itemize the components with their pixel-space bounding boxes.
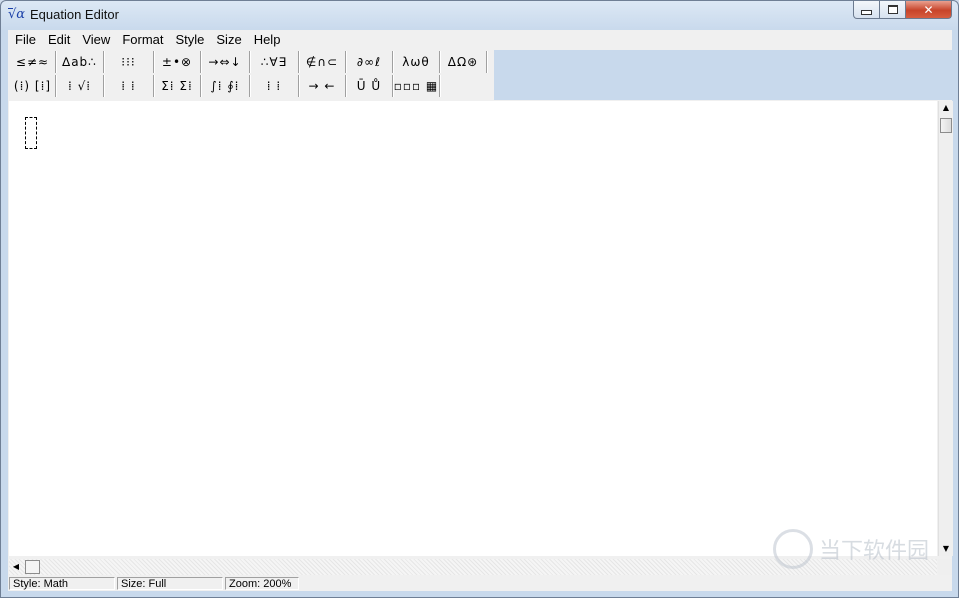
- spaces-ellipses-palette[interactable]: ∆ab∴: [56, 51, 104, 73]
- window-title: Equation Editor: [30, 7, 119, 22]
- equation-editor-app-icon[interactable]: √α: [8, 6, 25, 23]
- vertical-scroll-thumb[interactable]: [940, 118, 952, 133]
- menu-file[interactable]: File: [8, 30, 42, 49]
- client-area: File Edit View Format Style Size Help ≤≠…: [8, 30, 953, 591]
- logical-symbols-palette[interactable]: ∴∀∃: [250, 51, 299, 73]
- close-button[interactable]: ✕: [906, 1, 952, 19]
- fraction-radical-templates-palette[interactable]: ⁞ √⁞: [56, 75, 104, 97]
- title-bar[interactable]: √α Equation Editor ✕: [1, 1, 958, 29]
- maximize-icon: [887, 5, 898, 14]
- maximize-button[interactable]: [880, 1, 906, 19]
- scroll-down-icon[interactable]: ▼: [939, 542, 953, 556]
- minimize-icon: [861, 10, 872, 15]
- menu-style[interactable]: Style: [169, 30, 210, 49]
- menu-bar: File Edit View Format Style Size Help: [8, 30, 952, 49]
- relational-symbols-palette[interactable]: ≤≠≈: [10, 51, 56, 73]
- close-icon: ✕: [923, 2, 934, 17]
- menu-format[interactable]: Format: [116, 30, 169, 49]
- menu-help[interactable]: Help: [248, 30, 287, 49]
- scroll-left-icon[interactable]: ◀: [9, 560, 23, 574]
- status-size: Size: Full: [117, 577, 223, 590]
- subscript-superscript-templates-palette[interactable]: ⁞ ⁞: [104, 75, 154, 97]
- set-theory-symbols-palette[interactable]: ∉∩⊂: [299, 51, 346, 73]
- watermark-logo-icon: [773, 529, 813, 569]
- menu-edit[interactable]: Edit: [42, 30, 76, 49]
- horizontal-scroll-thumb[interactable]: [25, 560, 40, 574]
- greek-uppercase-palette[interactable]: ΔΩ⊛: [440, 51, 487, 73]
- minimize-button[interactable]: [853, 1, 880, 19]
- vertical-scrollbar[interactable]: ▲ ▼: [938, 101, 953, 556]
- watermark: 当下软件园: [773, 529, 929, 569]
- symbol-palette-row: ≤≠≈ ∆ab∴ ⁝⁝⁝ ±•⊗ →⇔↓ ∴∀∃ ∉∩⊂ ∂∞ℓ λωθ ΔΩ⊛: [10, 51, 487, 75]
- status-zoom: Zoom: 200%: [225, 577, 299, 590]
- greek-lowercase-palette[interactable]: λωθ: [393, 51, 440, 73]
- product-templates-palette[interactable]: Ū Ů: [346, 75, 393, 97]
- empty-equation-slot[interactable]: [25, 117, 37, 149]
- window-controls: ✕: [853, 1, 952, 20]
- summation-templates-palette[interactable]: Σ⁞ Σ⁞: [154, 75, 201, 97]
- embellishments-palette[interactable]: ⁝⁝⁝: [104, 51, 154, 73]
- toolbar-empty-area: [494, 50, 952, 100]
- equation-canvas[interactable]: [9, 101, 937, 556]
- equation-toolbar: ≤≠≈ ∆ab∴ ⁝⁝⁝ ±•⊗ →⇔↓ ∴∀∃ ∉∩⊂ ∂∞ℓ λωθ ΔΩ⊛…: [8, 50, 494, 100]
- fence-templates-palette[interactable]: (⁞) [⁞]: [10, 75, 56, 97]
- template-palette-row: (⁞) [⁞] ⁞ √⁞ ⁞ ⁞ Σ⁞ Σ⁞ ∫⁞ ∮⁞ ⁞ ⁞ → ← Ū Ů…: [10, 75, 440, 99]
- scroll-up-icon[interactable]: ▲: [939, 101, 953, 115]
- watermark-text: 当下软件园: [819, 539, 930, 564]
- menu-view[interactable]: View: [76, 30, 116, 49]
- labeled-arrow-templates-palette[interactable]: → ←: [299, 75, 346, 97]
- misc-symbols-palette[interactable]: ∂∞ℓ: [346, 51, 393, 73]
- menu-size[interactable]: Size: [210, 30, 247, 49]
- status-style: Style: Math: [9, 577, 115, 590]
- underbar-overbar-templates-palette[interactable]: ⁞ ⁞: [250, 75, 299, 97]
- arrow-symbols-palette[interactable]: →⇔↓: [201, 51, 250, 73]
- operator-symbols-palette[interactable]: ±•⊗: [154, 51, 201, 73]
- integral-templates-palette[interactable]: ∫⁞ ∮⁞: [201, 75, 250, 97]
- app-window: √α Equation Editor ✕ File Edit View Form…: [0, 0, 959, 598]
- status-bar: Style: Math Size: Full Zoom: 200%: [9, 577, 952, 591]
- size-grip[interactable]: [938, 559, 952, 575]
- matrix-templates-palette[interactable]: ▫▫▫ ▦: [393, 75, 440, 97]
